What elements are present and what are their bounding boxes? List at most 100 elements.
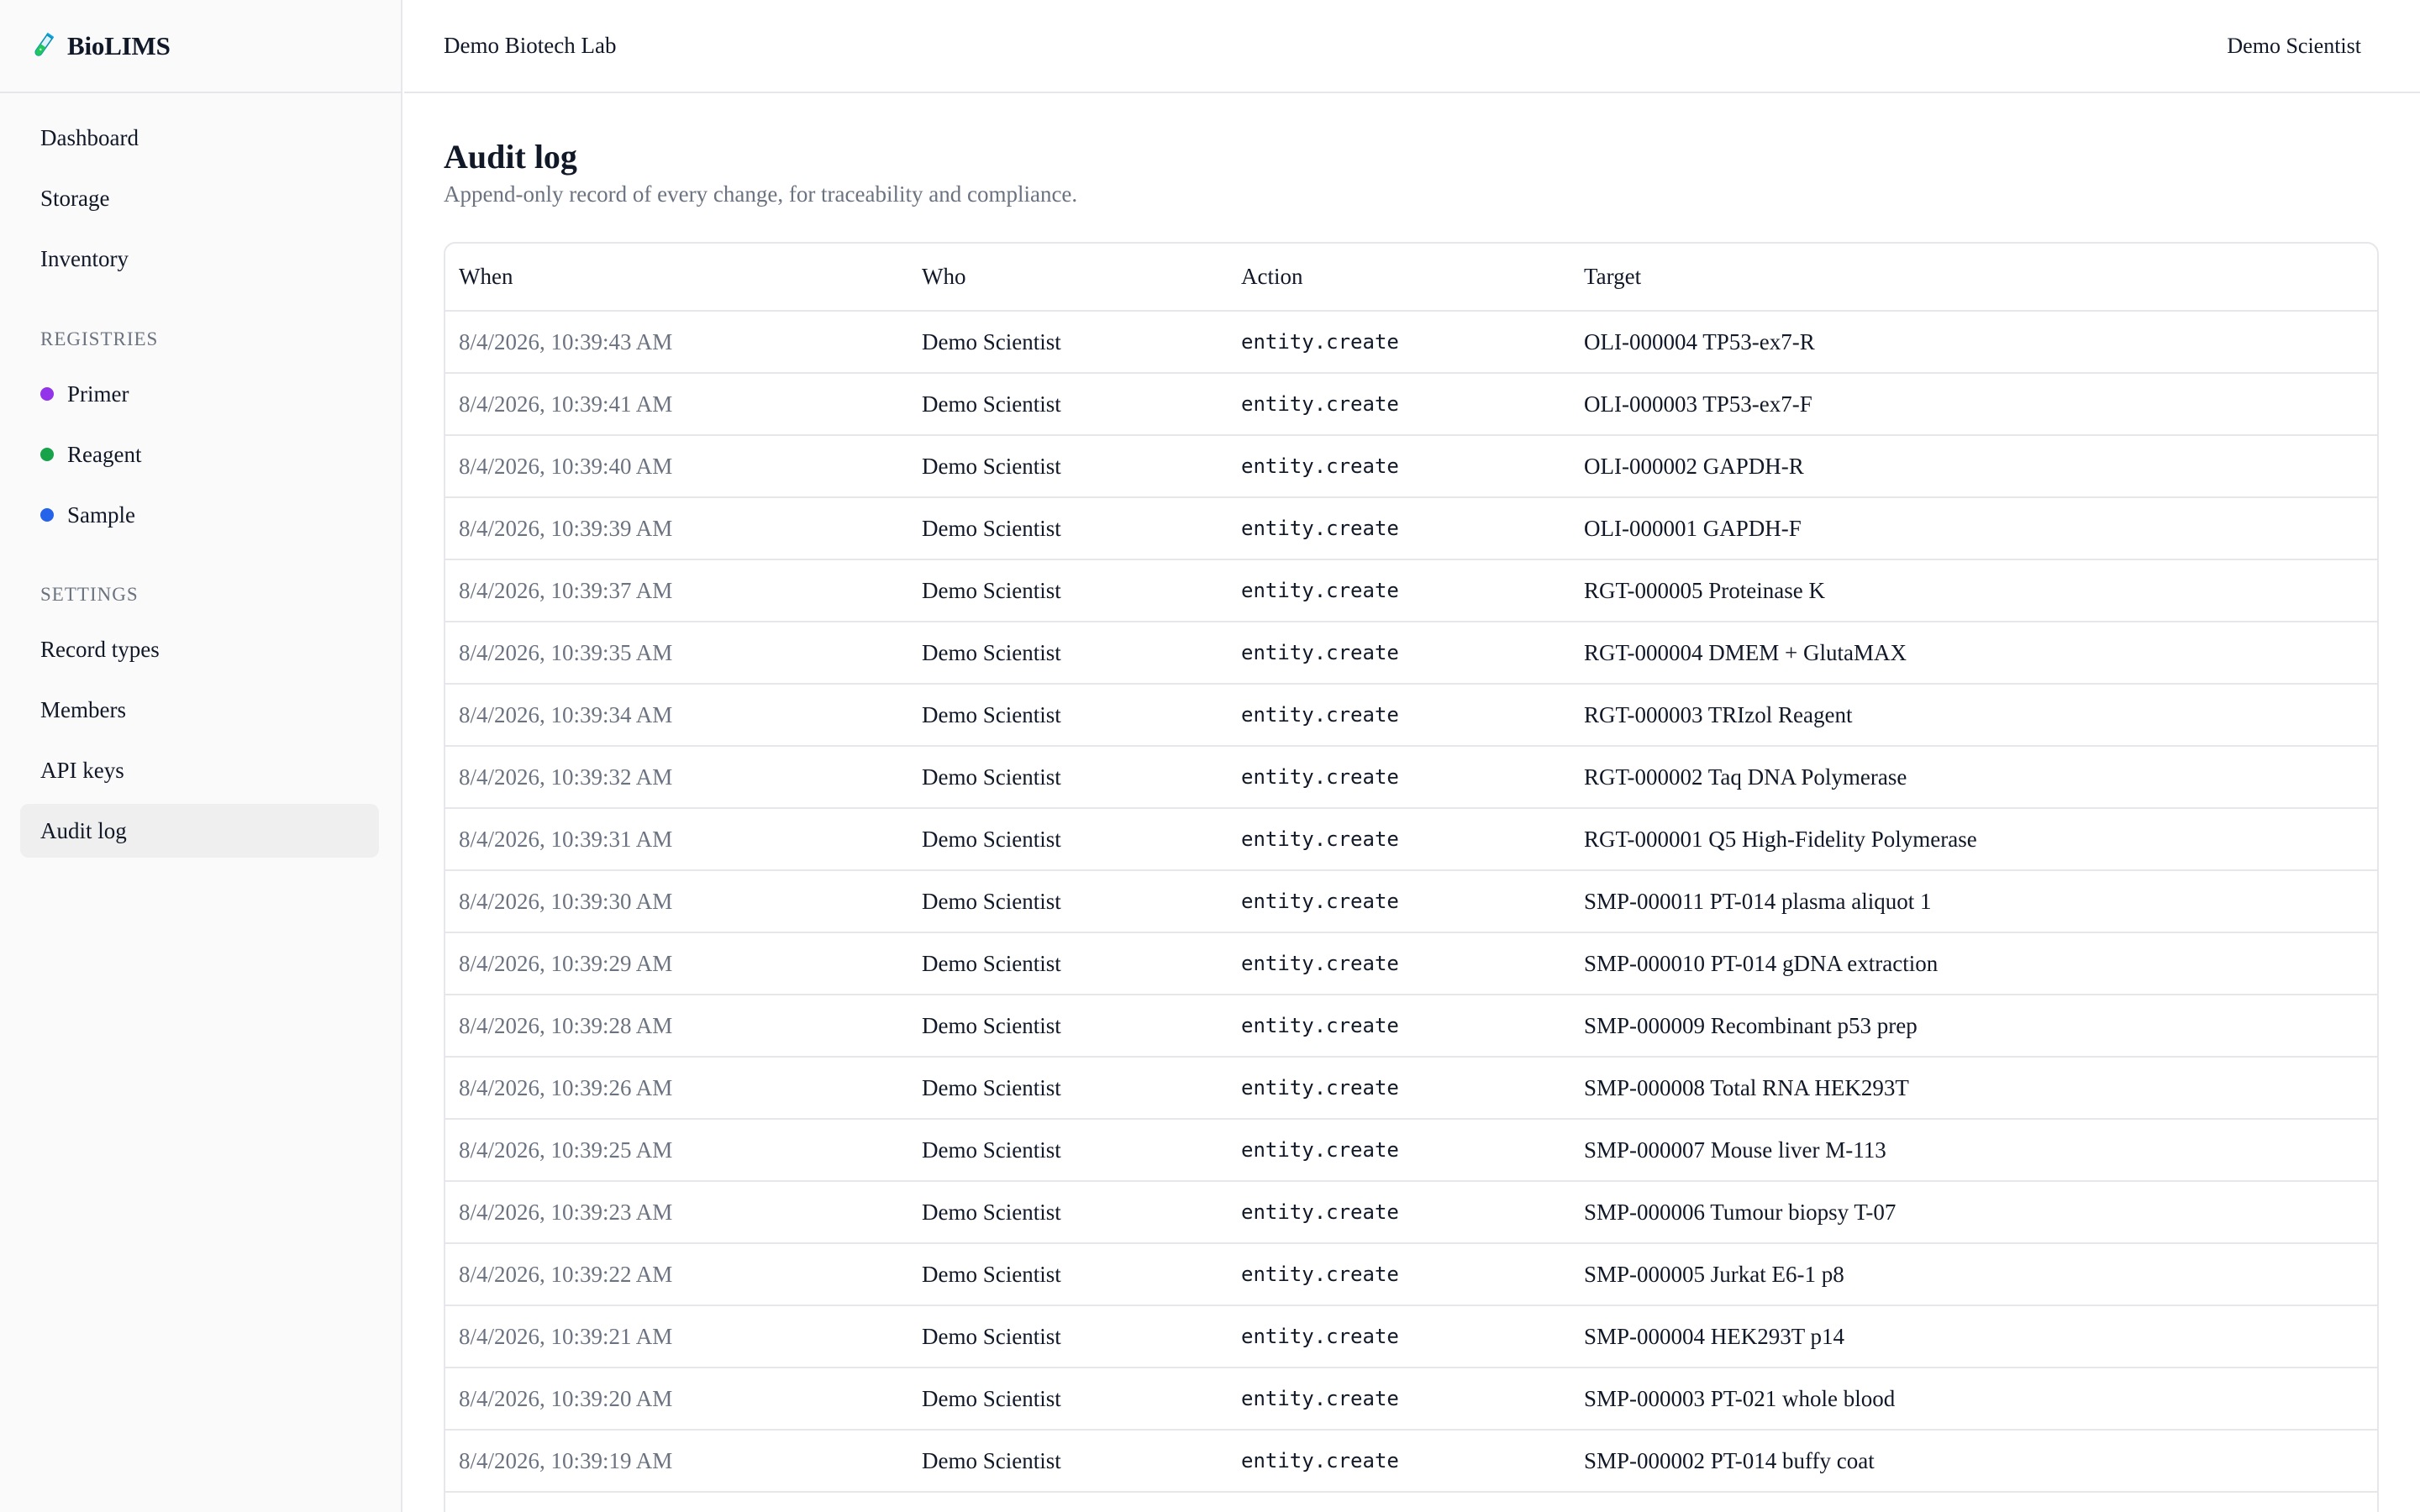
action-cell: entity.create — [1228, 746, 1570, 809]
when-cell: 8/4/2026, 10:39:41 AM — [445, 373, 908, 436]
who-cell: Demo Scientist — [908, 497, 1228, 560]
action-cell: entity.create — [1228, 497, 1570, 560]
table-row[interactable]: 8/4/2026, 10:39:29 AM Demo Scientist entit… — [445, 932, 2377, 995]
table-row[interactable]: 8/4/2026, 10:39:31 AM Demo Scientist entit… — [445, 808, 2377, 871]
reagent-color-dot — [40, 448, 54, 461]
sidebar-item-reagent[interactable]: Reagent — [20, 428, 379, 481]
when-cell: 8/4/2026, 10:39:32 AM — [445, 746, 908, 809]
target-cell[interactable]: RGT-000002 Taq DNA Polymerase — [1570, 746, 2377, 809]
table-row[interactable]: 8/4/2026, 10:39:21 AM Demo Scientist entit… — [445, 1305, 2377, 1368]
org-name: Demo Biotech Lab — [444, 33, 617, 58]
table-row[interactable]: 8/4/2026, 10:39:19 AM Demo Scientist entit… — [445, 1430, 2377, 1493]
target-cell[interactable]: RGT-000005 Proteinase K — [1570, 559, 2377, 622]
primer-color-dot — [40, 387, 54, 401]
when-cell: 8/4/2026, 10:39:26 AM — [445, 1057, 908, 1120]
table-row[interactable]: 8/4/2026, 10:39:35 AM Demo Scientist entit… — [445, 622, 2377, 685]
target-cell[interactable]: OLI-000004 TP53-ex7-R — [1570, 311, 2377, 374]
table-row[interactable]: 8/4/2026, 10:39:32 AM Demo Scientist entit… — [445, 746, 2377, 809]
table-row[interactable]: 8/4/2026, 10:39:41 AM Demo Scientist entit… — [445, 373, 2377, 436]
sidebar-item-audit-log[interactable]: Audit log — [20, 804, 379, 858]
target-cell[interactable]: SMP-000011 PT-014 plasma aliquot 1 — [1570, 870, 2377, 933]
when-cell: 8/4/2026, 10:39:43 AM — [445, 311, 908, 374]
when-cell: 8/4/2026, 10:39:25 AM — [445, 1119, 908, 1182]
sidebar-item-dashboard[interactable]: Dashboard — [20, 111, 379, 165]
user-menu[interactable]: Demo Scientist — [2227, 34, 2361, 59]
sidebar-item-label: Dashboard — [40, 124, 139, 150]
table-row[interactable]: 8/4/2026, 10:39:43 AM Demo Scientist entit… — [445, 311, 2377, 374]
when-cell: 8/4/2026, 10:39:34 AM — [445, 684, 908, 747]
table-row[interactable]: 8/4/2026, 10:39:25 AM Demo Scientist entit… — [445, 1119, 2377, 1182]
table-row[interactable]: 8/4/2026, 10:39:37 AM Demo Scientist entit… — [445, 559, 2377, 622]
sidebar-item-label: Members — [40, 696, 126, 722]
audit-table-body: 8/4/2026, 10:39:43 AM Demo Scientist entit… — [445, 311, 2377, 1493]
who-cell: Demo Scientist — [908, 435, 1228, 498]
table-row[interactable]: 8/4/2026, 10:39:26 AM Demo Scientist entit… — [445, 1057, 2377, 1120]
who-cell: Demo Scientist — [908, 559, 1228, 622]
sidebar-item-label: Sample — [67, 501, 135, 528]
registries-section-title: REGISTRIES — [40, 328, 159, 349]
action-cell: entity.create — [1228, 1368, 1570, 1431]
who-cell: Demo Scientist — [908, 1368, 1228, 1431]
who-cell: Demo Scientist — [908, 995, 1228, 1058]
sidebar: BioLIMS Dashboard Storage Inventory REGI… — [0, 0, 402, 1512]
table-row[interactable]: 8/4/2026, 10:39:40 AM Demo Scientist entit… — [445, 435, 2377, 498]
target-cell[interactable]: SMP-000008 Total RNA HEK293T — [1570, 1057, 2377, 1120]
sidebar-item-record-types[interactable]: Record types — [20, 622, 379, 676]
target-cell[interactable]: SMP-000002 PT-014 buffy coat — [1570, 1430, 2377, 1493]
when-cell: 8/4/2026, 10:39:37 AM — [445, 559, 908, 622]
action-cell: entity.create — [1228, 1305, 1570, 1368]
sample-color-dot — [40, 508, 54, 522]
sidebar-item-members[interactable]: Members — [20, 683, 379, 737]
sidebar-item-storage[interactable]: Storage — [20, 171, 379, 225]
sidebar-item-primer[interactable]: Primer — [20, 367, 379, 421]
who-cell: Demo Scientist — [908, 622, 1228, 685]
table-row[interactable]: 8/4/2026, 10:39:28 AM Demo Scientist entit… — [445, 995, 2377, 1058]
table-header-row: When Who Action Target — [445, 244, 2377, 312]
action-cell: entity.create — [1228, 808, 1570, 871]
table-row[interactable]: 8/4/2026, 10:39:34 AM Demo Scientist entit… — [445, 684, 2377, 747]
target-cell[interactable]: OLI-000001 GAPDH-F — [1570, 497, 2377, 560]
target-cell[interactable]: RGT-000001 Q5 High-Fidelity Polymerase — [1570, 808, 2377, 871]
target-cell[interactable]: OLI-000002 GAPDH-R — [1570, 435, 2377, 498]
target-cell[interactable]: SMP-000009 Recombinant p53 prep — [1570, 995, 2377, 1058]
who-cell: Demo Scientist — [908, 1305, 1228, 1368]
action-cell: entity.create — [1228, 1430, 1570, 1493]
when-cell: 8/4/2026, 10:39:40 AM — [445, 435, 908, 498]
test-tube-icon — [34, 32, 55, 56]
sidebar-item-sample[interactable]: Sample — [20, 488, 379, 542]
target-cell[interactable]: SMP-000010 PT-014 gDNA extraction — [1570, 932, 2377, 995]
brand[interactable]: BioLIMS — [0, 0, 401, 93]
table-row[interactable]: 8/4/2026, 10:39:22 AM Demo Scientist entit… — [445, 1243, 2377, 1306]
sidebar-item-label: Primer — [67, 381, 129, 407]
when-cell: 8/4/2026, 10:39:23 AM — [445, 1181, 908, 1244]
audit-table-container: When Who Action Target 8/4/2026, 10:39:4… — [444, 242, 2379, 1512]
who-cell: Demo Scientist — [908, 932, 1228, 995]
target-cell[interactable]: RGT-000004 DMEM + GlutaMAX — [1570, 622, 2377, 685]
sidebar-item-label: Inventory — [40, 245, 129, 271]
who-cell: Demo Scientist — [908, 808, 1228, 871]
action-cell: entity.create — [1228, 1243, 1570, 1306]
action-cell: entity.create — [1228, 995, 1570, 1058]
target-cell[interactable]: SMP-000003 PT-021 whole blood — [1570, 1368, 2377, 1431]
target-cell[interactable]: SMP-000005 Jurkat E6-1 p8 — [1570, 1243, 2377, 1306]
who-cell: Demo Scientist — [908, 684, 1228, 747]
action-cell: entity.create — [1228, 1057, 1570, 1120]
target-cell[interactable]: SMP-000006 Tumour biopsy T-07 — [1570, 1181, 2377, 1244]
page-title: Audit log — [444, 138, 577, 176]
sidebar-item-inventory[interactable]: Inventory — [20, 232, 379, 286]
target-cell[interactable]: RGT-000003 TRIzol Reagent — [1570, 684, 2377, 747]
table-row[interactable]: 8/4/2026, 10:39:23 AM Demo Scientist entit… — [445, 1181, 2377, 1244]
sidebar-item-api-keys[interactable]: API keys — [20, 743, 379, 797]
when-cell: 8/4/2026, 10:39:29 AM — [445, 932, 908, 995]
column-header-action: Action — [1228, 244, 1570, 312]
action-cell: entity.create — [1228, 435, 1570, 498]
when-cell: 8/4/2026, 10:39:35 AM — [445, 622, 908, 685]
table-row[interactable]: 8/4/2026, 10:39:20 AM Demo Scientist entit… — [445, 1368, 2377, 1431]
table-row[interactable]: 8/4/2026, 10:39:30 AM Demo Scientist entit… — [445, 870, 2377, 933]
table-row[interactable]: 8/4/2026, 10:39:39 AM Demo Scientist entit… — [445, 497, 2377, 560]
target-cell[interactable]: SMP-000007 Mouse liver M-113 — [1570, 1119, 2377, 1182]
target-cell[interactable]: SMP-000004 HEK293T p14 — [1570, 1305, 2377, 1368]
who-cell: Demo Scientist — [908, 1243, 1228, 1306]
target-cell[interactable]: OLI-000003 TP53-ex7-F — [1570, 373, 2377, 436]
when-cell: 8/4/2026, 10:39:20 AM — [445, 1368, 908, 1431]
